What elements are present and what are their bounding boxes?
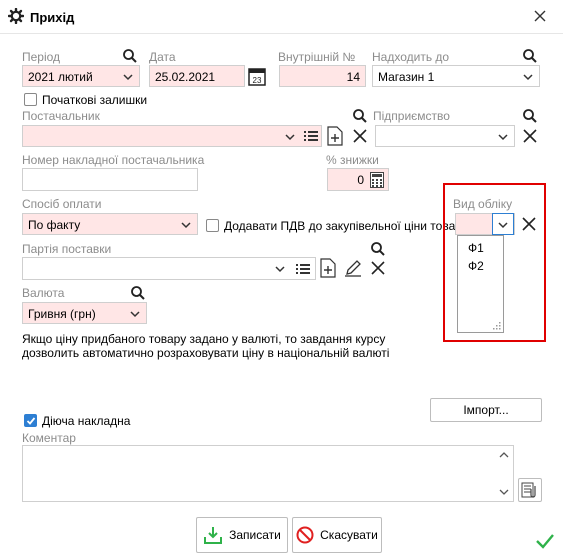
period-select[interactable]: 2021 лютий [22,65,140,87]
ok-check-icon[interactable] [535,532,555,550]
attach-note-button[interactable] [518,478,542,502]
batch-label: Партія поставки [22,242,112,256]
search-icon[interactable] [352,108,368,124]
save-button-label: Записати [229,528,281,542]
clear-icon[interactable] [522,128,538,144]
list-icon[interactable] [296,263,310,275]
attachment-icon [521,482,536,498]
arrives-to-label: Надходить до [372,50,450,64]
save-button[interactable]: Записати [196,517,288,553]
batch-select[interactable] [22,257,316,280]
cancel-icon [296,526,314,544]
accounting-type-label: Вид обліку [453,197,513,211]
window-title: Прихід [30,10,75,25]
arrives-to-select[interactable]: Магазин 1 [372,65,540,87]
chevron-down-icon [523,74,533,81]
add-vat-checkbox[interactable] [206,219,219,232]
chevron-down-icon [130,311,140,318]
search-icon[interactable] [522,48,538,64]
dropdown-option-f2[interactable]: Ф2 [468,259,484,273]
chevron-down-icon [498,134,508,141]
discount-label: % знижки [326,153,379,167]
discount-input[interactable]: 0 [327,168,389,191]
clear-icon[interactable] [370,260,386,276]
comment-label: Коментар [22,431,76,445]
chevron-down-icon [285,134,295,141]
chevron-down-icon [123,74,133,81]
cancel-button-label: Скасувати [320,528,378,542]
add-vat-label: Додавати ПДВ до закупівельної ціни товар… [224,219,468,233]
accounting-type-dropdown: Ф1 Ф2 [457,235,504,333]
supplier-select[interactable] [22,125,322,147]
clear-icon[interactable] [521,216,537,232]
payment-method-value: По факту [28,218,81,232]
add-document-icon[interactable] [327,126,343,146]
date-value: 25.02.2021 [155,70,216,84]
payment-method-select[interactable]: По факту [22,213,198,235]
resize-grip-icon[interactable] [493,322,501,330]
svg-text:23: 23 [253,76,262,85]
enterprise-select[interactable] [375,125,515,147]
chevron-down-icon [275,266,285,273]
active-invoice-label: Діюча накладна [42,414,131,428]
opening-balances-checkbox[interactable] [24,93,37,106]
internal-no-input[interactable]: 14 [279,65,366,87]
pencil-icon[interactable] [344,259,362,277]
comment-textarea[interactable] [22,445,514,502]
scroll-down-icon[interactable] [499,488,509,496]
search-icon[interactable] [122,48,138,64]
period-value: 2021 лютий [28,70,93,84]
cancel-button[interactable]: Скасувати [292,517,382,553]
internal-no-value: 14 [346,70,360,84]
gear-icon [8,8,24,24]
supplier-label: Постачальник [22,109,100,123]
chevron-down-icon [498,222,508,229]
payment-method-label: Спосіб оплати [22,197,102,211]
currency-note: Якщо ціну придбаного товару задано у вал… [22,332,390,360]
arrives-to-value: Магазин 1 [378,70,435,84]
date-input[interactable]: 25.02.2021 [149,65,245,87]
import-button[interactable]: Імпорт... [430,398,542,422]
internal-no-label: Внутрішній № [278,50,356,64]
period-label: Період [22,50,61,64]
list-icon[interactable] [304,130,318,142]
currency-select[interactable]: Гривня (грн) [22,302,147,324]
add-document-icon[interactable] [320,258,336,278]
clear-icon[interactable] [352,128,368,144]
supplier-invoice-label: Номер накладної постачальника [22,153,205,167]
scroll-up-icon[interactable] [499,451,509,459]
search-icon[interactable] [522,108,538,124]
checkmark-icon [26,417,36,425]
currency-value: Гривня (грн) [28,307,96,321]
calculator-icon[interactable] [370,172,384,188]
opening-balances-label: Початкові залишки [42,93,148,107]
discount-value: 0 [357,173,364,187]
dropdown-option-f1[interactable]: Ф1 [468,241,484,255]
accounting-type-select[interactable] [455,213,515,235]
title-bar [0,0,563,34]
currency-label: Валюта [22,286,65,300]
enterprise-label: Підприємство [373,109,450,123]
date-label: Дата [149,50,176,64]
chevron-down-icon [181,222,191,229]
save-download-icon [204,527,223,544]
search-icon[interactable] [370,241,386,257]
calendar-icon[interactable]: 23 [248,66,266,86]
supplier-invoice-input[interactable] [22,168,198,191]
search-icon[interactable] [130,285,146,301]
active-invoice-checkbox[interactable] [24,414,37,427]
close-icon[interactable] [532,8,548,24]
dropdown-toggle[interactable] [492,213,514,235]
